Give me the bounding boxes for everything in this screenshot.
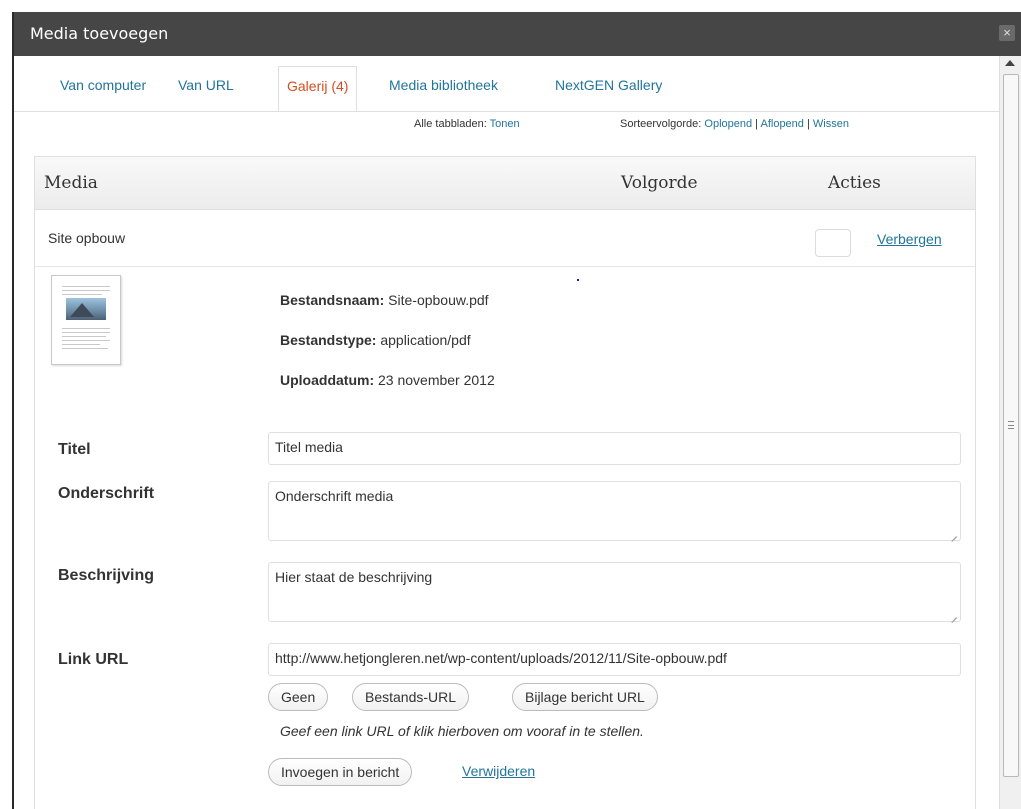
- caption-value: Onderschrift media: [275, 488, 394, 504]
- delete-link[interactable]: Verwijderen: [462, 763, 535, 779]
- title-input[interactable]: Titel media: [268, 432, 961, 465]
- dialog-titlebar: Media toevoegen ×: [14, 12, 1021, 56]
- scrollbar-thumb[interactable]: [1003, 74, 1019, 777]
- link-help-text: Geef een link URL of klik hierboven om v…: [280, 723, 644, 739]
- tab-media-bibliotheek[interactable]: Media bibliotheek: [389, 77, 498, 93]
- tab-nextgen-gallery[interactable]: NextGEN Gallery: [555, 77, 662, 93]
- insert-into-post-button[interactable]: Invoegen in bericht: [268, 758, 413, 786]
- caption-label: Onderschrift: [58, 485, 155, 502]
- upload-date-label: Uploaddatum:: [280, 372, 375, 388]
- resize-handle[interactable]: [950, 611, 958, 619]
- link-url-input[interactable]: http://www.hetjongleren.net/wp-content/u…: [268, 643, 961, 676]
- arrow-up-icon[interactable]: [1005, 60, 1015, 66]
- column-media: Media: [44, 173, 98, 193]
- tab-van-url[interactable]: Van URL: [178, 77, 234, 93]
- show-all-link[interactable]: Tonen: [490, 118, 520, 130]
- upload-date: Uploaddatum: 23 november 2012: [280, 372, 495, 388]
- resize-handle[interactable]: [950, 530, 958, 538]
- all-tabs-toggle: Alle tabbladen: Tonen: [414, 118, 520, 130]
- caption-textarea[interactable]: Onderschrift media: [268, 481, 961, 541]
- sort-ascending-link[interactable]: Oplopend: [704, 118, 752, 130]
- file-name-label: Bestandsnaam:: [280, 292, 385, 308]
- media-dialog: Media toevoegen × Van computer Van URL G…: [12, 12, 1021, 809]
- link-file-url-button[interactable]: Bestands-URL: [352, 683, 470, 711]
- tab-galerij[interactable]: Galerij (4): [278, 66, 358, 112]
- grip-icon: [1008, 421, 1014, 429]
- vertical-scrollbar[interactable]: [999, 56, 1021, 809]
- all-tabs-label: Alle tabbladen:: [414, 118, 487, 130]
- sort-descending-link[interactable]: Aflopend: [760, 118, 803, 130]
- separator: |: [755, 118, 759, 130]
- description-label: Beschrijving: [58, 567, 155, 584]
- close-icon[interactable]: ×: [999, 25, 1015, 41]
- sort-order: Sorteervolgorde: Oplopend | Aflopend | W…: [620, 118, 849, 130]
- tab-divider: [14, 111, 999, 112]
- table-header: Media Volgorde Acties: [35, 157, 975, 210]
- description-value: Hier staat de beschrijving: [275, 569, 433, 585]
- order-input[interactable]: [815, 229, 851, 257]
- file-type: Bestandstype: application/pdf: [280, 332, 471, 348]
- dialog-title: Media toevoegen: [30, 24, 169, 43]
- hide-link[interactable]: Verbergen: [877, 231, 942, 247]
- backdrop: [0, 0, 1021, 12]
- column-acties: Acties: [828, 173, 881, 193]
- tab-van-computer[interactable]: Van computer: [60, 77, 146, 93]
- upload-date-value: 23 november 2012: [378, 372, 495, 388]
- column-volgorde: Volgorde: [621, 173, 698, 193]
- media-item-name: Site opbouw: [48, 230, 126, 246]
- file-name: Bestandsnaam: Site-opbouw.pdf: [280, 292, 489, 308]
- dialog-content: Van computer Van URL Galerij (4) Media b…: [14, 56, 999, 809]
- pdf-document-thumbnail: [51, 275, 121, 365]
- title-label: Titel: [58, 441, 91, 458]
- tab-bar: Van computer Van URL Galerij (4) Media b…: [14, 56, 999, 112]
- link-none-button[interactable]: Geen: [268, 683, 329, 711]
- file-type-value: application/pdf: [380, 332, 471, 348]
- media-item-row: Site opbouw Verbergen: [35, 211, 975, 267]
- file-type-label: Bestandstype:: [280, 332, 377, 348]
- stray-dot: [577, 279, 579, 281]
- separator: |: [806, 118, 810, 130]
- link-attachment-url-button[interactable]: Bijlage bericht URL: [512, 683, 658, 711]
- sort-clear-link[interactable]: Wissen: [813, 118, 849, 130]
- link-url-label: Link URL: [58, 651, 129, 668]
- description-textarea[interactable]: Hier staat de beschrijving: [268, 562, 961, 622]
- sort-label: Sorteervolgorde:: [620, 118, 702, 130]
- media-table: Media Volgorde Acties Site opbouw Verber…: [34, 156, 976, 809]
- backdrop-left: [0, 0, 12, 809]
- file-name-value: Site-opbouw.pdf: [388, 292, 489, 308]
